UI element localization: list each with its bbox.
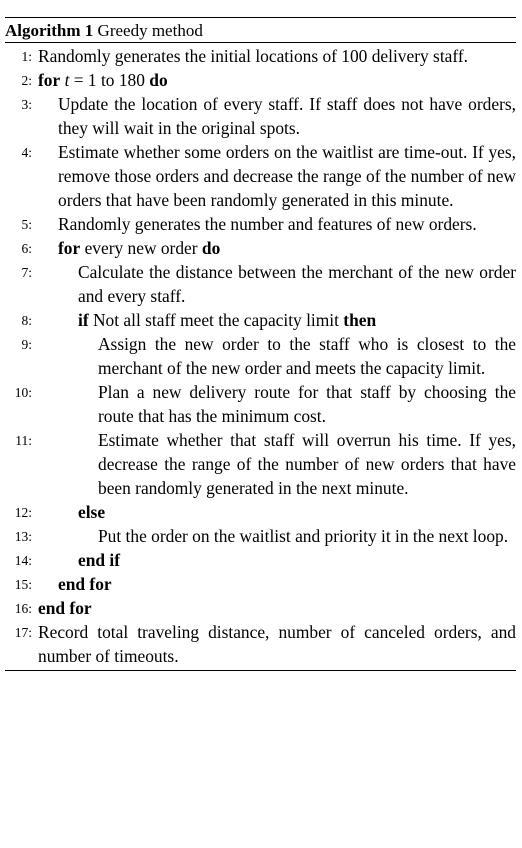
algorithm-line: 5: Randomly generates the number and feat… bbox=[5, 212, 516, 236]
algorithm-line: 10: Plan a new delivery route for that st… bbox=[5, 380, 516, 428]
line-number: 10: bbox=[14, 385, 32, 400]
line-text-part: Calculate the distance between the merch… bbox=[78, 262, 516, 306]
line-number: 7: bbox=[21, 265, 32, 280]
line-text-part: Estimate whether some orders on the wait… bbox=[58, 142, 516, 210]
algorithm-line: 4: Estimate whether some orders on the wa… bbox=[5, 140, 516, 212]
algorithm-title: Greedy method bbox=[97, 21, 203, 40]
line-text-part: Not all staff meet the capacity limit bbox=[88, 310, 344, 330]
line-text-part: Assign the new order to the staff who is… bbox=[98, 334, 516, 378]
line-text-part: every new order bbox=[80, 238, 202, 258]
line-text-part: Randomly generates the initial locations… bbox=[38, 46, 468, 66]
line-number: 9: bbox=[21, 337, 32, 352]
algorithm-caption: Algorithm 1 Greedy method bbox=[5, 18, 516, 42]
line-text: Plan a new delivery route for that staff… bbox=[98, 380, 516, 428]
line-text-part: = 1 to 180 bbox=[69, 70, 150, 90]
algorithm-line: 16: end for bbox=[5, 596, 516, 620]
keyword: then bbox=[343, 310, 377, 330]
line-number: 16: bbox=[14, 601, 32, 616]
keyword: else bbox=[78, 502, 106, 522]
algorithm-lines: 1: Randomly generates the initial locatio… bbox=[5, 43, 516, 668]
keyword: end for bbox=[58, 574, 112, 594]
line-text-part: Put the order on the waitlist and priori… bbox=[98, 526, 509, 546]
line-text: for every new order do bbox=[58, 236, 516, 260]
line-number: 15: bbox=[14, 577, 32, 592]
line-text: if Not all staff meet the capacity limit… bbox=[78, 308, 516, 332]
line-text: Record total traveling distance, number … bbox=[38, 620, 516, 668]
line-number: 6: bbox=[21, 241, 32, 256]
line-number: 14: bbox=[14, 553, 32, 568]
bottom-rule bbox=[5, 670, 516, 671]
line-text-part: Plan a new delivery route for that staff… bbox=[98, 382, 516, 426]
algorithm-label: Algorithm 1 bbox=[5, 21, 94, 40]
line-number: 4: bbox=[21, 145, 32, 160]
keyword: end if bbox=[78, 550, 121, 570]
line-text: Put the order on the waitlist and priori… bbox=[98, 524, 516, 548]
algorithm-line: 8: if Not all staff meet the capacity lim… bbox=[5, 308, 516, 332]
line-text: for t = 1 to 180 do bbox=[38, 68, 516, 92]
line-text: end for bbox=[38, 596, 516, 620]
algorithm-line: 1: Randomly generates the initial locatio… bbox=[5, 44, 516, 68]
line-number: 2: bbox=[21, 73, 32, 88]
keyword: do bbox=[201, 238, 221, 258]
line-number: 12: bbox=[14, 505, 32, 520]
algorithm-line: 13: Put the order on the waitlist and pri… bbox=[5, 524, 516, 548]
line-text: Randomly generates the initial locations… bbox=[38, 44, 516, 68]
algorithm-block: Algorithm 1 Greedy method 1: Randomly gen… bbox=[5, 17, 516, 671]
line-text: Estimate whether some orders on the wait… bbox=[58, 140, 516, 212]
line-number: 13: bbox=[14, 529, 32, 544]
algorithm-line: 15: end for bbox=[5, 572, 516, 596]
line-text-part: Randomly generates the number and featur… bbox=[58, 214, 477, 234]
line-text: end if bbox=[78, 548, 516, 572]
algorithm-line: 7: Calculate the distance between the mer… bbox=[5, 260, 516, 308]
keyword: if bbox=[78, 310, 89, 330]
line-text: Update the location of every staff. If s… bbox=[58, 92, 516, 140]
line-number: 3: bbox=[21, 97, 32, 112]
line-number: 11: bbox=[15, 433, 32, 448]
line-number: 17: bbox=[14, 625, 32, 640]
algorithm-line: 17: Record total traveling distance, numb… bbox=[5, 620, 516, 668]
line-text: end for bbox=[58, 572, 516, 596]
line-number: 1: bbox=[21, 49, 32, 64]
line-text: else bbox=[78, 500, 516, 524]
keyword: end for bbox=[38, 598, 92, 618]
algorithm-line: 6: for every new order do bbox=[5, 236, 516, 260]
keyword: for bbox=[58, 238, 81, 258]
line-text: Assign the new order to the staff who is… bbox=[98, 332, 516, 380]
algorithm-line: 9: Assign the new order to the staff who … bbox=[5, 332, 516, 380]
algorithm-line: 11: Estimate whether that staff will over… bbox=[5, 428, 516, 500]
algorithm-line: 2: for t = 1 to 180 do bbox=[5, 68, 516, 92]
line-text: Randomly generates the number and featur… bbox=[58, 212, 516, 236]
keyword: do bbox=[149, 70, 168, 90]
line-text: Calculate the distance between the merch… bbox=[78, 260, 516, 308]
algorithm-line: 12: else bbox=[5, 500, 516, 524]
line-number: 5: bbox=[21, 217, 32, 232]
algorithm-line: 14: end if bbox=[5, 548, 516, 572]
algorithm-line: 3: Update the location of every staff. If… bbox=[5, 92, 516, 140]
line-text-part: Estimate whether that staff will overrun… bbox=[98, 430, 516, 498]
line-number: 8: bbox=[21, 313, 32, 328]
line-text-part: Record total traveling distance, number … bbox=[38, 622, 516, 666]
keyword: for bbox=[38, 70, 61, 90]
line-text: Estimate whether that staff will overrun… bbox=[98, 428, 516, 500]
line-text-part: Update the location of every staff. If s… bbox=[58, 94, 516, 138]
